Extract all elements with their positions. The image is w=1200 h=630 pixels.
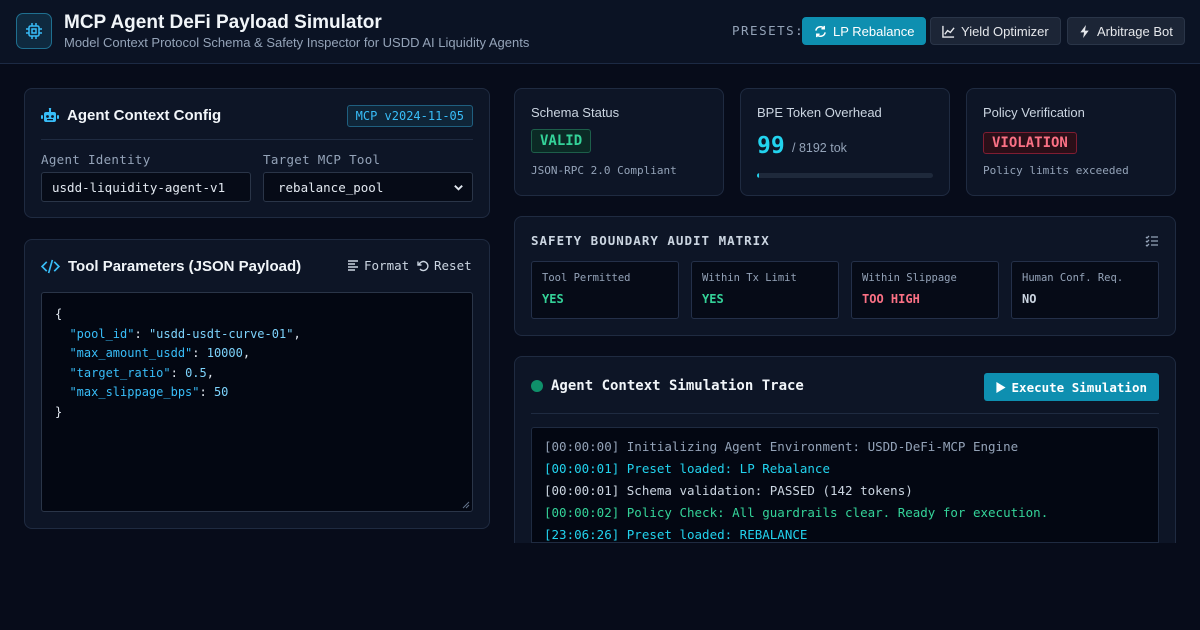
list-checks-icon[interactable] — [1145, 235, 1159, 247]
policy-status-badge: VIOLATION — [983, 132, 1077, 154]
token-limit: / 8192 tok — [792, 141, 847, 155]
audit-matrix-card: SAFETY BOUNDARY AUDIT MATRIX Tool Permit… — [514, 216, 1176, 336]
divider — [41, 139, 473, 140]
status-dot-icon — [531, 380, 543, 392]
undo-icon — [417, 260, 429, 271]
log-line: [00:00:02] Policy Check: All guardrails … — [544, 505, 1049, 520]
json-key: "pool_id" — [69, 326, 135, 341]
log-line: [00:00:01] Preset loaded: LP Rebalance — [544, 461, 830, 476]
card-title-text: Agent Context Simulation Trace — [551, 378, 804, 394]
reset-button[interactable]: Reset — [417, 258, 472, 273]
audit-cell-tool-permitted: Tool Permitted YES — [531, 261, 679, 319]
chip-icon — [16, 13, 52, 49]
execute-simulation-button[interactable]: Execute Simulation — [983, 373, 1159, 401]
token-count: 99 — [757, 133, 785, 159]
log-line: [00:00:00] Initializing Agent Environmen… — [544, 439, 1019, 454]
json-value: "usdd-usdt-curve-01" — [148, 326, 294, 341]
app-subtitle: Model Context Protocol Schema & Safety I… — [64, 35, 530, 50]
preset-label: Arbitrage Bot — [1097, 23, 1173, 39]
preset-yield-optimizer-button[interactable]: Yield Optimizer — [930, 17, 1061, 45]
preset-lp-rebalance-button[interactable]: LP Rebalance — [802, 17, 927, 45]
cell-value: YES — [542, 292, 564, 306]
robot-icon — [41, 107, 59, 122]
cell-value: NO — [1022, 292, 1037, 306]
target-tool-select[interactable]: rebalance_pool — [263, 172, 473, 202]
tool-params-title: Tool Parameters (JSON Payload) — [41, 258, 301, 275]
audit-cell-slippage: Within Slippage TOO HIGH — [851, 261, 999, 319]
cell-label: Tool Permitted — [542, 272, 631, 284]
chevron-down-icon — [454, 185, 463, 191]
preset-arbitrage-bot-button[interactable]: Arbitrage Bot — [1067, 17, 1185, 45]
json-key: "max_amount_usdd" — [69, 346, 193, 360]
card-title-text: Agent Context Config — [67, 107, 222, 124]
refresh-icon — [815, 25, 826, 37]
log-line: [23:06:26] Preset loaded: REBALANCE — [544, 527, 808, 542]
selected-tool: rebalance_pool — [278, 179, 384, 195]
policy-note: Policy limits exceeded — [983, 164, 1129, 177]
app-header: MCP Agent DeFi Payload Simulator Model C… — [0, 0, 1200, 64]
audit-cell-tx-limit: Within Tx Limit YES — [691, 261, 839, 319]
cell-value: YES — [702, 292, 724, 306]
policy-card: Policy Verification VIOLATION Policy lim… — [966, 88, 1176, 196]
cell-label: Within Tx Limit — [702, 272, 797, 284]
trace-title: Agent Context Simulation Trace — [531, 378, 804, 394]
lightning-icon — [1080, 24, 1089, 38]
align-left-icon — [348, 260, 358, 271]
preset-label: Yield Optimizer — [961, 23, 1049, 39]
schema-status-badge: VALID — [531, 129, 592, 153]
agent-config-card: Agent Context Config MCP v2024-11-05 Age… — [24, 88, 490, 218]
mcp-version-badge: MCP v2024-11-05 — [346, 105, 473, 127]
token-overhead-label: BPE Token Overhead — [757, 105, 882, 120]
token-progress-bar — [757, 173, 933, 178]
json-payload-editor[interactable]: { "pool_id": "usdd-usdt-curve-01", "max_… — [41, 292, 473, 512]
token-progress-fill — [757, 173, 760, 178]
json-value: 50 — [213, 385, 229, 399]
card-title-text: Tool Parameters (JSON Payload) — [68, 258, 302, 275]
schema-status-note: JSON-RPC 2.0 Compliant — [531, 164, 677, 177]
play-icon — [995, 381, 1006, 393]
preset-label: LP Rebalance — [833, 23, 915, 39]
agent-config-title: Agent Context Config — [41, 107, 221, 124]
simulation-trace-card: Agent Context Simulation Trace Execute S… — [514, 356, 1176, 543]
divider — [531, 413, 1159, 414]
cell-label: Human Conf. Req. — [1022, 272, 1124, 284]
line-chart-icon — [942, 25, 955, 38]
agent-identity-label: Agent Identity — [41, 152, 151, 167]
format-label: Format — [364, 258, 410, 273]
cell-label: Within Slippage — [862, 272, 957, 284]
json-value: 0.5 — [185, 365, 207, 380]
json-key: "target_ratio" — [69, 365, 171, 380]
audit-cell-human-confirmation: Human Conf. Req. NO — [1011, 261, 1159, 319]
token-overhead-card: BPE Token Overhead 99 / 8192 tok — [740, 88, 950, 196]
json-value: 10000 — [206, 346, 243, 360]
format-button[interactable]: Format — [347, 258, 409, 273]
code-icon — [41, 259, 60, 274]
app-title: MCP Agent DeFi Payload Simulator — [64, 12, 382, 33]
tool-params-card: Tool Parameters (JSON Payload) Format Re… — [24, 239, 490, 529]
resize-handle-icon[interactable] — [462, 501, 470, 509]
trace-log: [00:00:00] Initializing Agent Environmen… — [531, 427, 1159, 543]
log-line: [00:00:01] Schema validation: PASSED (14… — [544, 483, 913, 498]
schema-status-card: Schema Status VALID JSON-RPC 2.0 Complia… — [514, 88, 724, 196]
presets-label: PRESETS: — [732, 23, 805, 38]
agent-identity-input[interactable]: usdd-liquidity-agent-v1 — [41, 172, 251, 202]
target-tool-label: Target MCP Tool — [263, 152, 381, 167]
schema-status-label: Schema Status — [531, 105, 620, 120]
execute-label: Execute Simulation — [1011, 379, 1147, 395]
audit-matrix-title: SAFETY BOUNDARY AUDIT MATRIX — [531, 233, 770, 248]
cell-value: TOO HIGH — [862, 292, 920, 306]
json-key: "max_slippage_bps" — [69, 385, 200, 399]
reset-label: Reset — [434, 258, 472, 273]
policy-label: Policy Verification — [983, 105, 1085, 120]
